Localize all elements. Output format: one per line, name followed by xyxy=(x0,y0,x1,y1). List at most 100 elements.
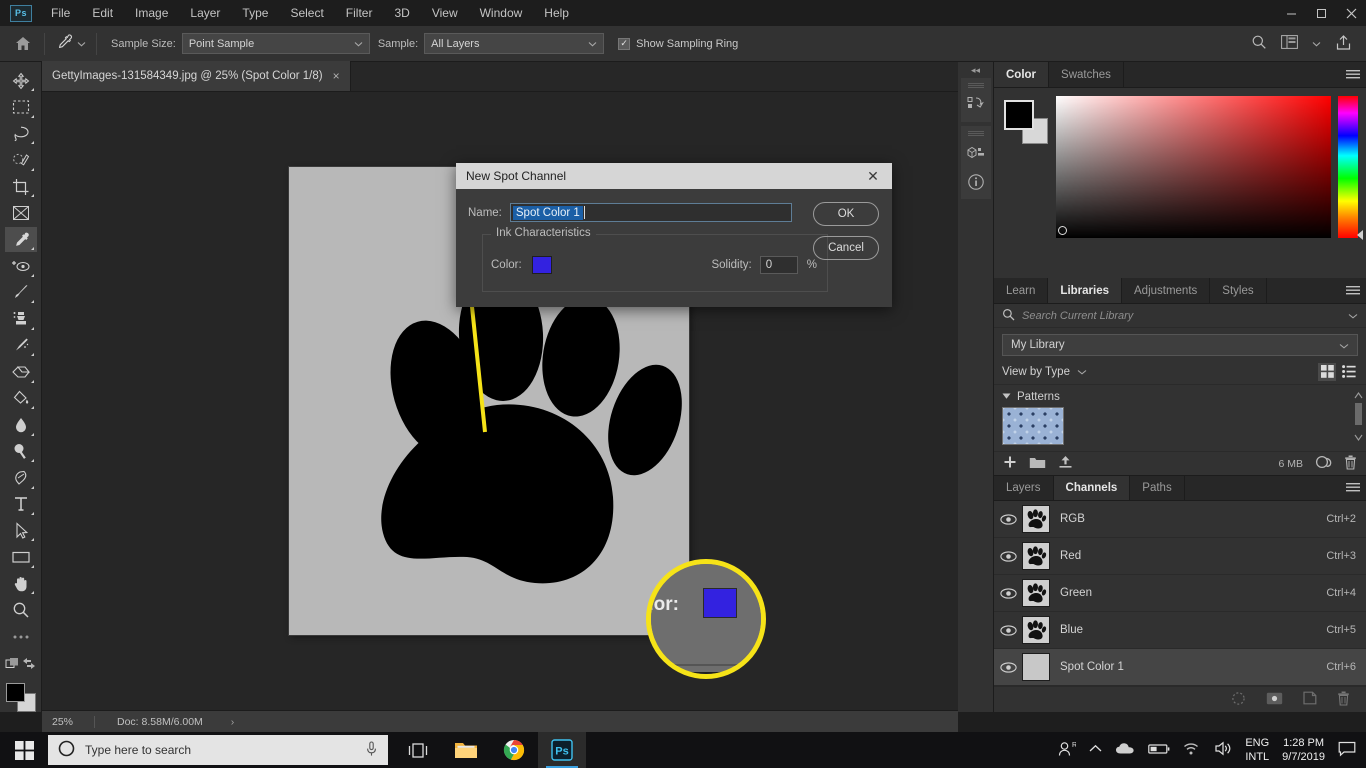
creative-cloud-icon[interactable] xyxy=(1315,455,1332,472)
menu-window[interactable]: Window xyxy=(469,0,534,26)
patterns-group-header[interactable]: Patterns xyxy=(994,385,1366,405)
color-swatch-button[interactable] xyxy=(531,256,552,274)
ok-button[interactable]: OK xyxy=(813,202,879,226)
expand-panels-icon[interactable]: ◂◂ xyxy=(958,62,994,78)
save-selection-icon[interactable] xyxy=(1266,692,1283,708)
history-icon[interactable] xyxy=(961,90,991,119)
eraser-tool[interactable] xyxy=(5,359,37,384)
channel-visibility-icon[interactable] xyxy=(994,587,1022,599)
upload-icon[interactable] xyxy=(1058,455,1073,472)
menu-type[interactable]: Type xyxy=(231,0,279,26)
panel-grip[interactable] xyxy=(967,83,984,88)
show-sampling-ring-checkbox[interactable]: ✓ Show Sampling Ring xyxy=(618,37,738,50)
close-icon[interactable]: ✕ xyxy=(864,167,882,185)
panel-menu-icon[interactable] xyxy=(1340,62,1366,87)
table-row[interactable]: Red Ctrl+3 xyxy=(994,538,1366,575)
screen-mode-icon[interactable] xyxy=(22,657,36,670)
zoom-level[interactable]: 25% xyxy=(42,716,94,728)
channel-visibility-icon[interactable] xyxy=(994,550,1022,562)
folder-icon[interactable] xyxy=(1029,456,1046,472)
workspace-icon[interactable] xyxy=(1281,35,1298,52)
tab-adjustments[interactable]: Adjustments xyxy=(1122,278,1211,303)
chevron-down-icon[interactable] xyxy=(1077,366,1087,378)
home-icon[interactable] xyxy=(8,36,38,51)
type-tool[interactable] xyxy=(5,492,37,517)
menu-view[interactable]: View xyxy=(421,0,469,26)
channel-visibility-icon[interactable] xyxy=(994,513,1022,525)
wifi-icon[interactable] xyxy=(1183,742,1201,759)
speaker-icon[interactable] xyxy=(1214,741,1232,759)
view-by-label[interactable]: View by Type xyxy=(1002,366,1070,378)
maximize-button[interactable] xyxy=(1306,0,1336,26)
dodge-tool[interactable] xyxy=(5,439,37,464)
channel-visibility-icon[interactable] xyxy=(994,624,1022,636)
quick-selection-tool[interactable] xyxy=(5,147,37,172)
chrome-icon[interactable] xyxy=(490,732,538,768)
search-icon[interactable] xyxy=(1251,34,1267,53)
foreground-background-colors[interactable] xyxy=(5,682,36,713)
menu-layer[interactable]: Layer xyxy=(179,0,231,26)
hand-tool[interactable] xyxy=(5,571,37,596)
table-row[interactable]: Blue Ctrl+5 xyxy=(994,612,1366,649)
move-tool[interactable] xyxy=(5,68,37,93)
library-scrollbar[interactable] xyxy=(1353,389,1364,451)
plus-icon[interactable] xyxy=(1003,455,1017,472)
pattern-thumbnail[interactable] xyxy=(1002,407,1064,445)
photoshop-icon[interactable]: Ps xyxy=(538,732,586,768)
tab-libraries[interactable]: Libraries xyxy=(1048,278,1122,303)
minimize-button[interactable] xyxy=(1276,0,1306,26)
battery-icon[interactable] xyxy=(1148,743,1170,758)
paint-bucket-tool[interactable] xyxy=(5,386,37,411)
sample-select[interactable]: All Layers xyxy=(424,33,605,54)
spot-healing-brush-tool[interactable] xyxy=(5,253,37,278)
onedrive-cloud-icon[interactable] xyxy=(1115,742,1135,758)
menu-help[interactable]: Help xyxy=(533,0,580,26)
delete-channel-icon[interactable] xyxy=(1337,691,1350,709)
microphone-icon[interactable] xyxy=(365,740,378,760)
name-input[interactable]: Spot Color 1 xyxy=(509,203,792,222)
document-tab[interactable]: GettyImages-131584349.jpg @ 25% (Spot Co… xyxy=(42,61,351,91)
close-button[interactable] xyxy=(1336,0,1366,26)
language-indicator[interactable]: ENG INTL xyxy=(1245,736,1269,764)
tab-swatches[interactable]: Swatches xyxy=(1049,62,1124,87)
current-tool-chip[interactable] xyxy=(51,32,90,56)
list-view-icon[interactable] xyxy=(1340,363,1358,381)
rectangle-tool[interactable] xyxy=(5,544,37,569)
status-expand-icon[interactable]: › xyxy=(203,716,235,728)
lasso-tool[interactable] xyxy=(5,121,37,146)
notification-icon[interactable] xyxy=(1338,741,1356,760)
tab-layers[interactable]: Layers xyxy=(994,476,1054,500)
new-channel-icon[interactable] xyxy=(1303,691,1317,708)
brush-tool[interactable] xyxy=(5,280,37,305)
tab-styles[interactable]: Styles xyxy=(1210,278,1267,303)
foreground-color-swatch[interactable] xyxy=(1004,100,1034,130)
chevron-down-icon[interactable] xyxy=(1312,38,1321,50)
cancel-button[interactable]: Cancel xyxy=(813,236,879,260)
info-icon[interactable] xyxy=(961,167,991,196)
library-search-row[interactable] xyxy=(994,304,1366,328)
table-row[interactable]: Spot Color 1 Ctrl+6 xyxy=(994,649,1366,686)
task-view-icon[interactable] xyxy=(394,732,442,768)
menu-image[interactable]: Image xyxy=(124,0,179,26)
people-icon[interactable]: R xyxy=(1058,741,1077,760)
rectangular-marquee-tool[interactable] xyxy=(5,94,37,119)
new-spot-channel-dialog[interactable]: New Spot Channel ✕ Name: Spot Color 1 In… xyxy=(456,163,892,307)
close-icon[interactable]: × xyxy=(333,69,340,83)
tab-color[interactable]: Color xyxy=(994,62,1050,87)
crop-tool[interactable] xyxy=(5,174,37,199)
load-selection-icon[interactable] xyxy=(1231,691,1246,708)
table-row[interactable]: RGB Ctrl+2 xyxy=(994,501,1366,538)
file-explorer-icon[interactable] xyxy=(442,732,490,768)
hue-slider[interactable] xyxy=(1338,96,1363,240)
taskbar-search[interactable]: Type here to search xyxy=(48,735,388,765)
zoom-tool[interactable] xyxy=(5,597,37,622)
menu-filter[interactable]: Filter xyxy=(335,0,384,26)
table-row[interactable]: Green Ctrl+4 xyxy=(994,575,1366,612)
panel-grip[interactable] xyxy=(967,131,984,136)
menu-edit[interactable]: Edit xyxy=(81,0,124,26)
panel-menu-icon[interactable] xyxy=(1340,278,1366,303)
grid-view-icon[interactable] xyxy=(1318,362,1336,381)
sample-size-select[interactable]: Point Sample xyxy=(181,33,370,54)
tab-channels[interactable]: Channels xyxy=(1053,476,1131,500)
clock[interactable]: 1:28 PM 9/7/2019 xyxy=(1282,736,1325,764)
